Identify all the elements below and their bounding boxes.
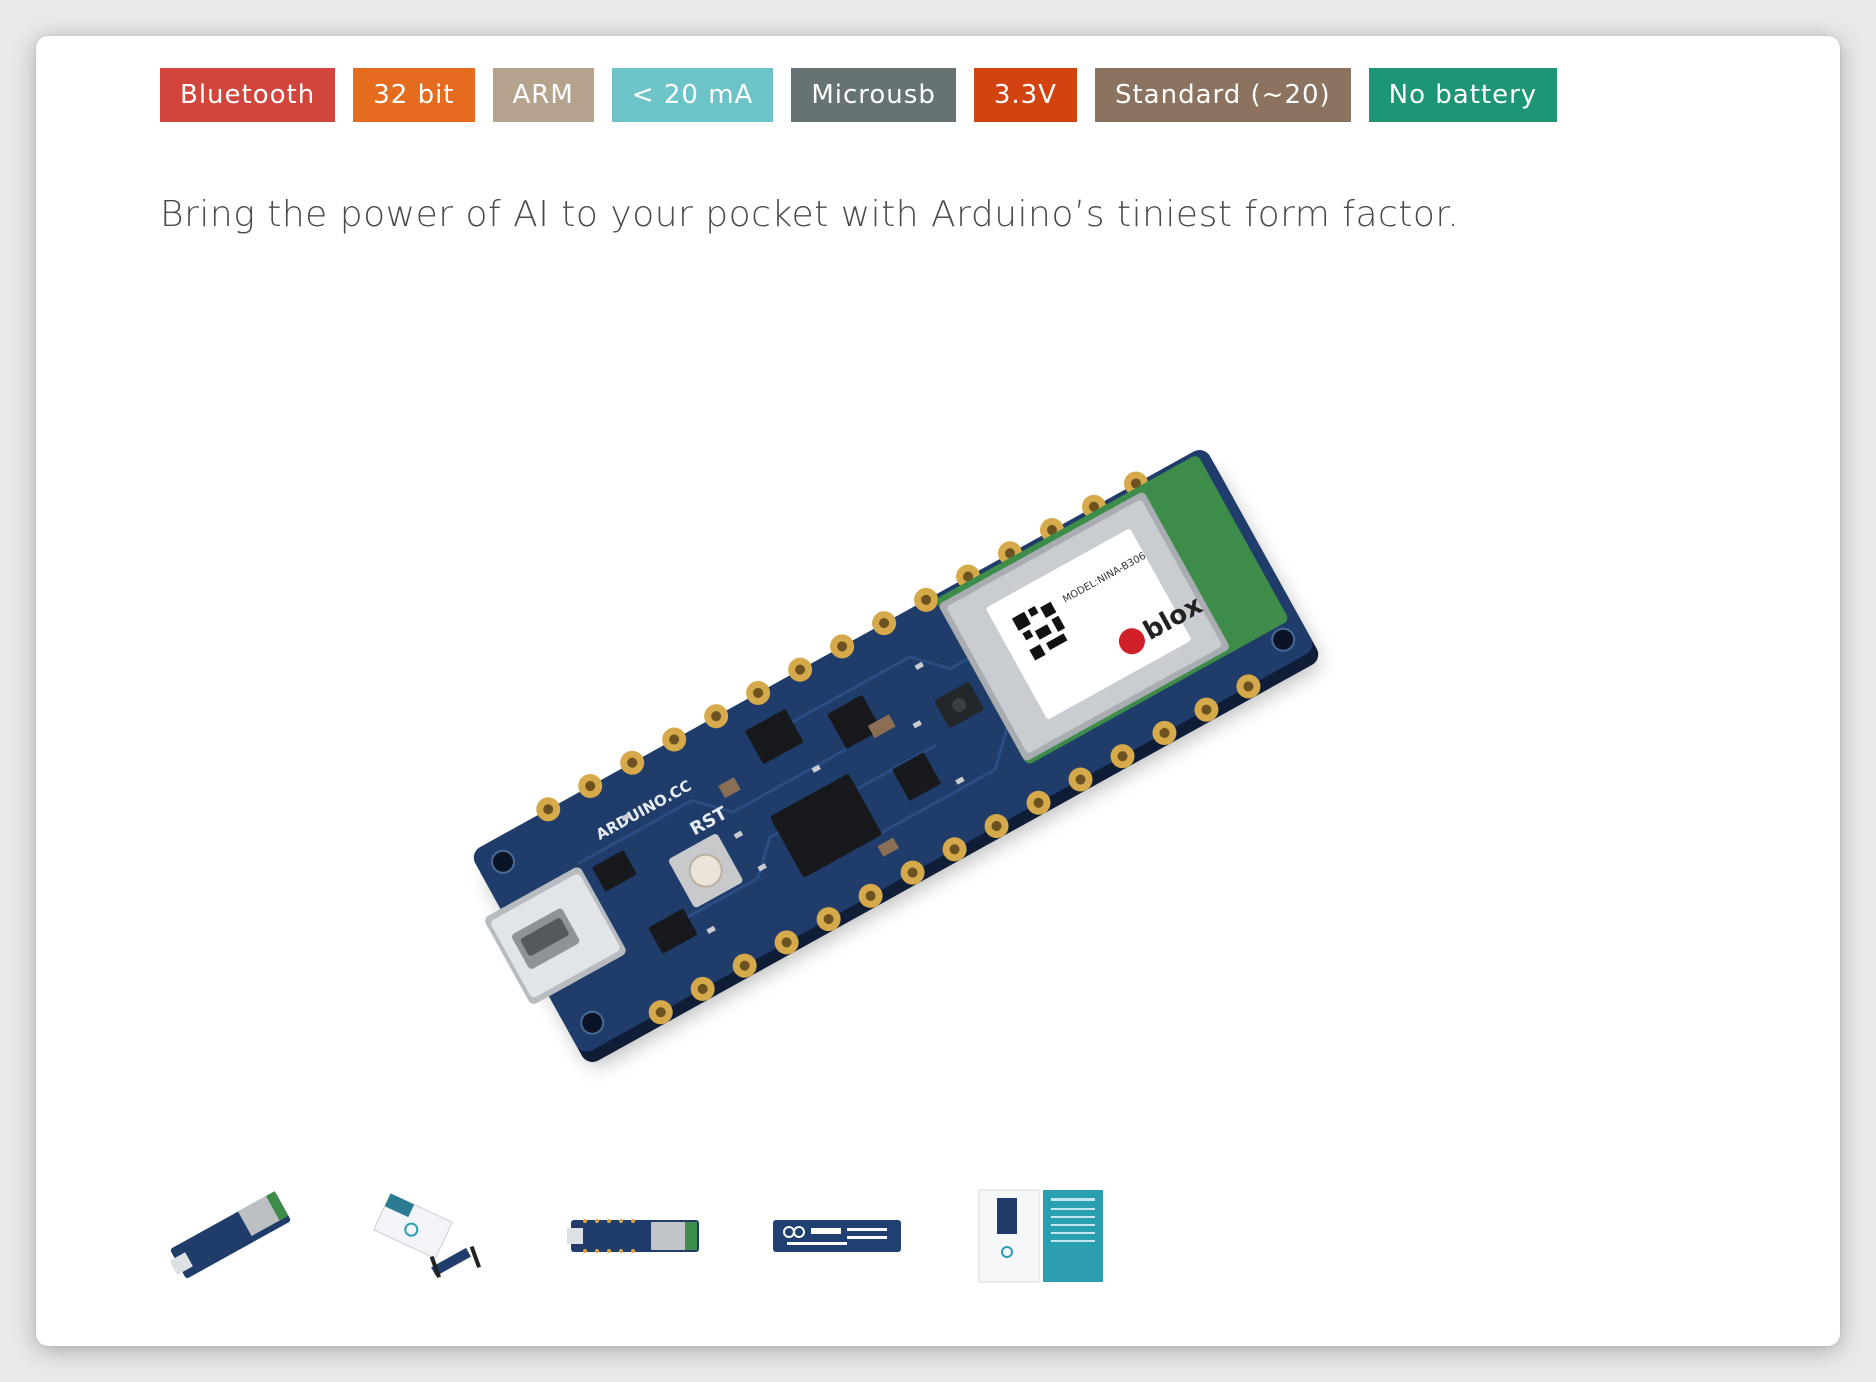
thumbnail-board-bottom[interactable] [766,1176,908,1296]
thumbnail-box-and-card[interactable] [968,1176,1110,1296]
tag-current[interactable]: < 20 mA [611,68,774,122]
tag-no-battery[interactable]: No battery [1368,68,1558,122]
tag-voltage[interactable]: 3.3V [973,68,1077,122]
product-card: Bluetooth 32 bit ARM < 20 mA Microusb 3.… [36,36,1840,1346]
thumbnail-board-angled[interactable] [160,1176,302,1296]
tag-bluetooth[interactable]: Bluetooth [160,68,336,122]
tag-standard[interactable]: Standard (~20) [1094,68,1351,122]
tag-microusb[interactable]: Microusb [791,68,956,122]
main-product-image[interactable]: ARDUINO.CC RST blox MODEL:NINA-B306 [416,396,1396,1116]
thumbnail-strip [160,1176,1110,1296]
thumbnail-board-packaging[interactable] [362,1176,504,1296]
feature-tags: Bluetooth 32 bit ARM < 20 mA Microusb 3.… [160,68,1558,122]
tag-arm[interactable]: ARM [492,68,594,122]
thumbnail-board-top[interactable] [564,1176,706,1296]
tag-32-bit[interactable]: 32 bit [353,68,475,122]
product-tagline: Bring the power of AI to your pocket wit… [160,194,1460,235]
